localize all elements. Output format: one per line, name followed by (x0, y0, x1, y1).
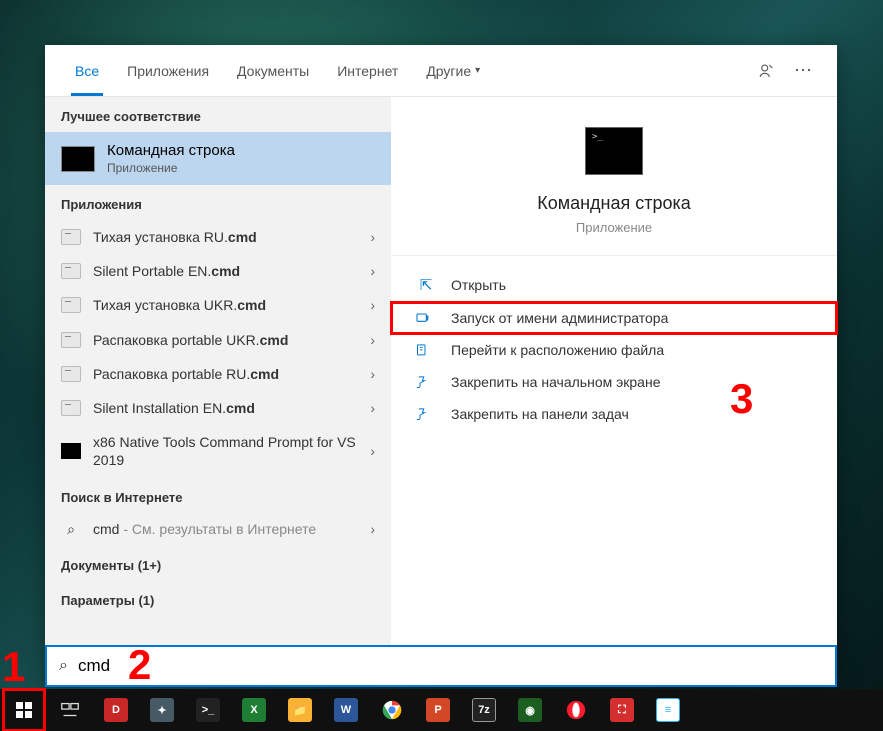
action-pin-taskbar[interactable]: Закрепить на панели задач (391, 398, 837, 430)
best-match-subtitle: Приложение (107, 161, 235, 175)
app-result-label: Silent Installation EN.cmd (93, 399, 370, 417)
cmd-file-icon (61, 366, 81, 382)
cmd-file-icon (61, 263, 81, 279)
app-result-item[interactable]: Silent Portable EN.cmd › (45, 254, 391, 288)
preview-column: Командная строка Приложение ⇱ Открыть За… (391, 97, 837, 685)
taskbar-word[interactable]: W (326, 690, 366, 730)
chevron-right-icon[interactable]: › (370, 332, 375, 348)
taskbar-task-view[interactable] (50, 690, 90, 730)
more-icon[interactable]: ⋯ (785, 53, 821, 89)
taskbar: D ✦ >_ X 📁 W P 7z ◉ ⛶ ≡ (0, 689, 883, 731)
app-result-item[interactable]: Распаковка portable RU.cmd › (45, 357, 391, 391)
pin-icon (415, 407, 437, 422)
feedback-icon[interactable] (749, 53, 785, 89)
taskbar-app[interactable]: ⛶ (602, 690, 642, 730)
best-match-title: Командная строка (107, 142, 235, 159)
terminal-icon (61, 443, 81, 459)
taskbar-app[interactable]: ◉ (510, 690, 550, 730)
start-button[interactable] (4, 690, 44, 730)
web-search-label: cmd - См. результаты в Интернете (93, 521, 370, 537)
results-column: Лучшее соответствие Командная строка При… (45, 97, 391, 685)
taskbar-notepad[interactable]: ≡ (648, 690, 688, 730)
taskbar-explorer[interactable]: 📁 (280, 690, 320, 730)
section-documents[interactable]: Документы (1+) (45, 546, 391, 581)
cmd-file-icon (61, 332, 81, 348)
windows-logo-icon (16, 702, 32, 718)
best-match-item[interactable]: Командная строка Приложение (45, 132, 391, 185)
tab-web[interactable]: Интернет (323, 45, 412, 96)
taskbar-chrome[interactable] (372, 690, 412, 730)
annotation-3: 3 (730, 375, 753, 423)
shield-icon (415, 310, 437, 326)
app-result-label: Распаковка portable RU.cmd (93, 365, 370, 383)
section-apps: Приложения (45, 185, 391, 220)
cmd-file-icon (61, 229, 81, 245)
pin-icon (415, 375, 437, 390)
chevron-right-icon[interactable]: › (370, 263, 375, 279)
app-result-item[interactable]: Распаковка portable UKR.cmd › (45, 323, 391, 357)
annotation-1: 1 (2, 643, 25, 691)
chevron-down-icon: ▾ (475, 65, 480, 76)
preview-header: Командная строка Приложение (391, 97, 837, 256)
tabs-row: Все Приложения Документы Интернет Другие… (45, 45, 837, 97)
app-result-label: x86 Native Tools Command Prompt for VS 2… (93, 433, 370, 469)
cmd-file-icon (61, 400, 81, 416)
taskbar-app[interactable]: D (96, 690, 136, 730)
cmd-file-icon (61, 297, 81, 313)
app-result-item[interactable]: Тихая установка UKR.cmd › (45, 288, 391, 322)
tab-all[interactable]: Все (61, 45, 113, 96)
start-search-panel: Все Приложения Документы Интернет Другие… (45, 45, 837, 685)
chevron-right-icon[interactable]: › (370, 366, 375, 382)
chevron-right-icon[interactable]: › (370, 297, 375, 313)
folder-icon (415, 343, 437, 358)
action-run-as-admin[interactable]: Запуск от имени администратора (391, 302, 837, 334)
annotation-2: 2 (128, 641, 151, 689)
action-open-location[interactable]: Перейти к расположению файла (391, 334, 837, 366)
chevron-right-icon[interactable]: › (370, 521, 375, 537)
chevron-right-icon[interactable]: › (370, 443, 375, 459)
action-pin-start[interactable]: Закрепить на начальном экране (391, 366, 837, 398)
app-result-label: Silent Portable EN.cmd (93, 262, 370, 280)
preview-title: Командная строка (411, 193, 817, 214)
cmd-app-icon-large (585, 127, 643, 175)
app-result-label: Тихая установка RU.cmd (93, 228, 370, 246)
taskbar-app[interactable]: ✦ (142, 690, 182, 730)
section-settings[interactable]: Параметры (1) (45, 581, 391, 616)
taskbar-excel[interactable]: X (234, 690, 274, 730)
app-result-label: Распаковка portable UKR.cmd (93, 331, 370, 349)
preview-actions: ⇱ Открыть Запуск от имени администратора… (391, 256, 837, 442)
app-result-item[interactable]: Silent Installation EN.cmd › (45, 391, 391, 425)
taskbar-7zip[interactable]: 7z (464, 690, 504, 730)
chevron-right-icon[interactable]: › (370, 400, 375, 416)
taskbar-powerpoint[interactable]: P (418, 690, 458, 730)
section-web-search: Поиск в Интернете (45, 478, 391, 513)
tab-docs[interactable]: Документы (223, 45, 323, 96)
open-icon: ⇱ (415, 276, 437, 294)
cmd-app-icon (61, 146, 95, 172)
tab-apps[interactable]: Приложения (113, 45, 223, 96)
search-bar[interactable]: ⌕ (45, 645, 837, 687)
tab-other[interactable]: Другие▾ (412, 45, 494, 96)
action-open[interactable]: ⇱ Открыть (391, 268, 837, 302)
preview-subtitle: Приложение (411, 220, 817, 235)
app-result-item[interactable]: x86 Native Tools Command Prompt for VS 2… (45, 425, 391, 477)
taskbar-terminal[interactable]: >_ (188, 690, 228, 730)
taskbar-opera[interactable] (556, 690, 596, 730)
search-input[interactable] (78, 656, 823, 676)
web-search-item[interactable]: ⌕ cmd - См. результаты в Интернете › (45, 513, 391, 546)
chevron-right-icon[interactable]: › (370, 229, 375, 245)
section-best-match: Лучшее соответствие (45, 97, 391, 132)
search-icon: ⌕ (59, 657, 68, 675)
app-result-label: Тихая установка UKR.cmd (93, 296, 370, 314)
app-result-item[interactable]: Тихая установка RU.cmd › (45, 220, 391, 254)
search-icon: ⌕ (61, 521, 81, 538)
